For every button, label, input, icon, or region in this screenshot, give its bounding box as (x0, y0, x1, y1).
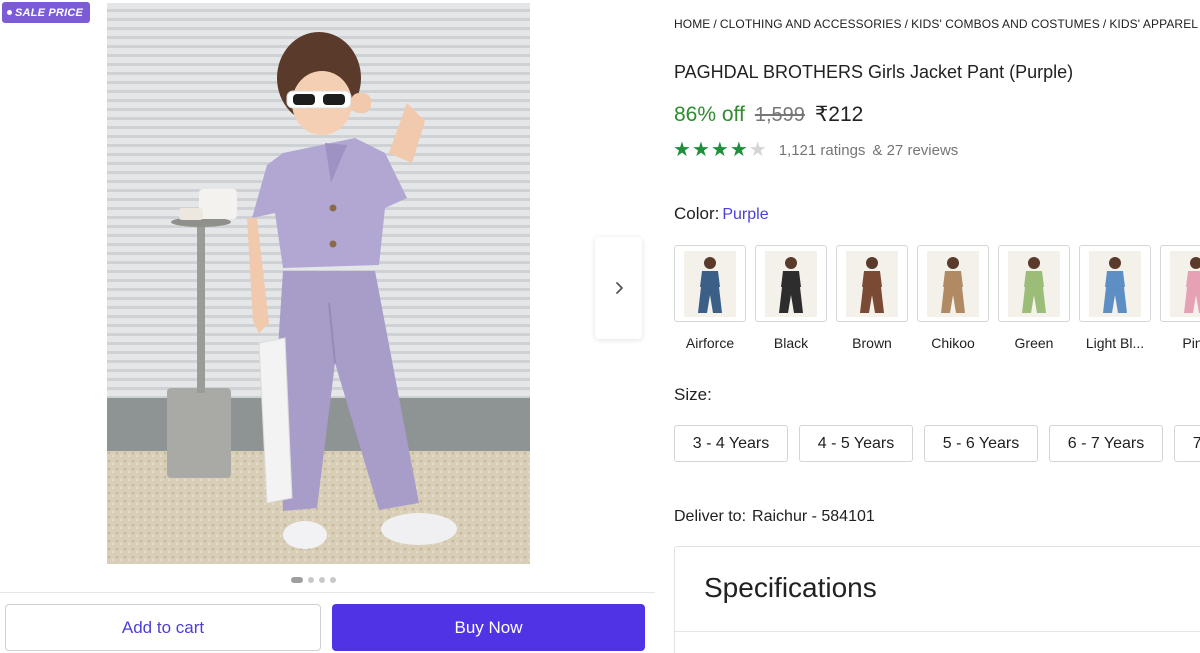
carousel-dot[interactable] (291, 577, 303, 583)
color-swatch-light-blue[interactable]: Light Bl... (1079, 245, 1151, 351)
selected-color: Purple (722, 206, 769, 223)
carousel-dot[interactable] (308, 577, 314, 583)
size-option[interactable]: 3 - 4 Years (674, 425, 788, 462)
chevron-right-icon (615, 282, 623, 294)
buy-now-button[interactable]: Buy Now (332, 604, 645, 651)
sale-price-label: SALE PRICE (15, 6, 84, 19)
badge-dot-icon (7, 10, 12, 15)
reviews-count: & 27 reviews (872, 141, 959, 159)
outfit-thumbnail (779, 256, 803, 313)
star-filled-icon: ★ (729, 139, 748, 161)
breadcrumb-kids-combos[interactable]: KIDS' COMBOS AND COSTUMES (911, 17, 1100, 31)
color-name: Chikoo (931, 335, 975, 351)
color-swatch-pink[interactable]: Pink (1160, 245, 1200, 351)
color-swatches: Airforce Black Brown Chikoo Green Light … (674, 245, 1200, 355)
color-swatch-chikoo[interactable]: Chikoo (917, 245, 989, 351)
discount-percent: 86% off (674, 103, 745, 126)
rating-summary[interactable]: ★ ★ ★ ★ ★ 1,121 ratings & 27 reviews (673, 140, 958, 160)
original-price: 1,599 (754, 104, 805, 126)
swatch-pants (698, 286, 722, 313)
ratings-count: 1,121 ratings (778, 141, 866, 159)
delivery-location[interactable]: Deliver to: Raichur - 584101 (674, 508, 875, 526)
size-option[interactable]: 7 - 8 Years (1174, 425, 1200, 462)
add-to-cart-button[interactable]: Add to cart (5, 604, 321, 651)
star-empty-icon: ★ (748, 139, 767, 161)
product-title: PAGHDAL BROTHERS Girls Jacket Pant (Purp… (674, 62, 1074, 82)
product-photo (107, 3, 530, 564)
breadcrumb-clothing[interactable]: CLOTHING AND ACCESSORIES (720, 17, 902, 31)
color-name: Pink (1182, 335, 1200, 351)
next-image-button[interactable] (595, 237, 642, 339)
breadcrumb-home[interactable]: HOME (674, 17, 710, 31)
breadcrumb-kids-apparel[interactable]: KIDS' APPAREL COMBOS (1109, 17, 1200, 31)
color-name: Light Bl... (1085, 335, 1145, 351)
outfit-thumbnail (941, 256, 965, 313)
size-options: 3 - 4 Years 4 - 5 Years 5 - 6 Years 6 - … (674, 425, 1200, 463)
size-option[interactable]: 6 - 7 Years (1049, 425, 1163, 462)
color-name: Black (773, 335, 809, 351)
carousel-dot[interactable] (330, 577, 336, 583)
outfit-thumbnail (860, 256, 884, 313)
image-carousel-indicator[interactable] (291, 577, 336, 583)
specifications-section[interactable]: Specifications (674, 546, 1200, 653)
outfit-thumbnail (1103, 256, 1127, 313)
color-swatch-black[interactable]: Black (755, 245, 827, 351)
color-swatch-airforce[interactable]: Airforce (674, 245, 746, 351)
specifications-title: Specifications (704, 572, 877, 603)
outfit-thumbnail (1022, 256, 1046, 313)
size-selector-label: Size: (674, 385, 712, 404)
color-name: Green (1014, 335, 1054, 351)
selling-price: ₹212 (814, 103, 864, 126)
star-rating: ★ ★ ★ ★ ★ (673, 140, 767, 160)
price-row: 86% off 1,599 ₹212 (674, 102, 863, 127)
section-divider (675, 631, 1200, 632)
carousel-dot[interactable] (319, 577, 325, 583)
star-filled-icon: ★ (710, 139, 729, 161)
color-label: Color: (674, 204, 720, 223)
color-swatch-brown[interactable]: Brown (836, 245, 908, 351)
color-selector-label: Color: Purple (674, 204, 769, 224)
action-bar: Add to cart Buy Now (0, 592, 655, 653)
outfit-thumbnail (1184, 256, 1200, 313)
swatch-top (700, 270, 720, 287)
deliver-to-label: Deliver to: (674, 508, 747, 525)
outfit-thumbnail (698, 256, 722, 313)
sale-price-badge: SALE PRICE (2, 2, 91, 23)
delivery-address: Raichur - 584101 (752, 508, 875, 525)
breadcrumb: HOME / CLOTHING AND ACCESSORIES / KIDS' COMB… (674, 17, 1200, 31)
color-name: Brown (852, 335, 892, 351)
star-filled-icon: ★ (673, 139, 691, 161)
product-main-image[interactable] (107, 3, 530, 564)
size-option[interactable]: 5 - 6 Years (924, 425, 1038, 462)
star-filled-icon: ★ (691, 139, 710, 161)
color-swatch-green[interactable]: Green (998, 245, 1070, 351)
size-option[interactable]: 4 - 5 Years (799, 425, 913, 462)
color-name: Airforce (685, 335, 735, 351)
